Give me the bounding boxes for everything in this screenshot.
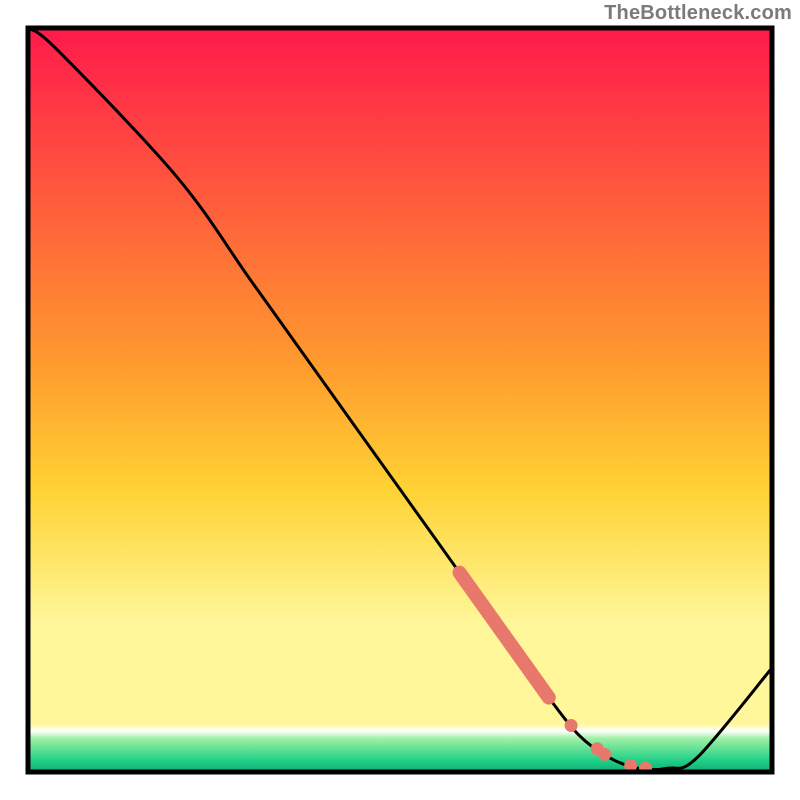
attribution-text: TheBottleneck.com [604, 2, 792, 25]
bottleneck-chart [0, 0, 800, 800]
highlight-dot [598, 748, 611, 761]
plot-background [28, 28, 772, 772]
chart-container: TheBottleneck.com [0, 0, 800, 800]
highlight-dot [565, 719, 578, 732]
